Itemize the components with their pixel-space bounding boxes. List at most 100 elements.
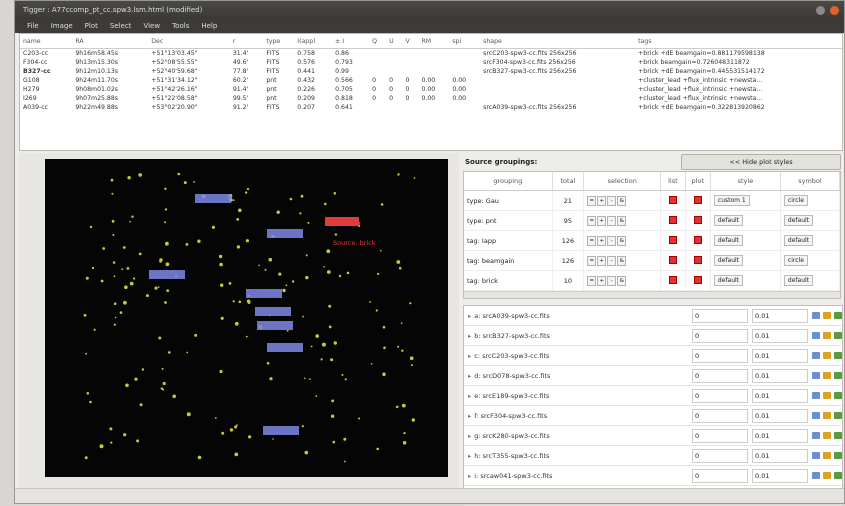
- style-combo[interactable]: default: [713, 215, 744, 226]
- layer-max-field[interactable]: 0.01: [752, 408, 808, 423]
- source-marker[interactable]: [410, 364, 413, 367]
- source-col-header[interactable]: type: [263, 34, 295, 49]
- layer-max-field[interactable]: 0.01: [752, 328, 808, 343]
- table-row[interactable]: H279 9h08m01.02s +51°42'26.16" 91.4' pnt 0.22…: [20, 85, 842, 94]
- colormap-icon[interactable]: [812, 332, 820, 339]
- symbol-combo[interactable]: circle: [783, 255, 808, 266]
- source-label-box[interactable]: [246, 289, 282, 298]
- menu-plot[interactable]: Plot: [85, 22, 98, 30]
- source-marker[interactable]: [338, 274, 342, 278]
- colormap-icon[interactable]: [812, 392, 820, 399]
- lock-icon[interactable]: [823, 412, 831, 419]
- plot-toggle[interactable]: [693, 255, 702, 264]
- selection-add-button[interactable]: +: [597, 235, 607, 246]
- source-col-header[interactable]: r: [229, 34, 264, 49]
- source-marker[interactable]: [401, 349, 404, 352]
- source-col-header[interactable]: V: [402, 34, 419, 49]
- source-marker[interactable]: [397, 345, 400, 348]
- source-marker[interactable]: [165, 241, 169, 246]
- source-marker[interactable]: [219, 369, 223, 374]
- source-marker[interactable]: [83, 313, 87, 317]
- groupings-scrollbar[interactable]: [464, 291, 840, 298]
- source-marker[interactable]: [234, 321, 239, 326]
- plot-toggle[interactable]: [693, 215, 702, 224]
- source-marker[interactable]: [305, 275, 309, 280]
- source-marker[interactable]: [341, 374, 344, 376]
- raise-icon[interactable]: [834, 432, 842, 439]
- source-marker[interactable]: [370, 363, 373, 365]
- layer-max-field[interactable]: 0.01: [752, 448, 808, 463]
- layer-max-field[interactable]: 0.01: [752, 308, 808, 323]
- selection-add-button[interactable]: +: [597, 275, 607, 286]
- selection-remove-button[interactable]: -: [607, 215, 617, 226]
- source-marker[interactable]: [197, 239, 201, 243]
- list-toggle[interactable]: [668, 235, 677, 244]
- source-marker[interactable]: [186, 351, 189, 354]
- source-marker[interactable]: [413, 177, 416, 179]
- layer-row[interactable]: ▸ d: srcD078-spw3-cc.fits 0 0.01: [464, 366, 842, 386]
- source-marker[interactable]: [403, 432, 406, 435]
- source-col-header[interactable]: RA: [72, 34, 149, 49]
- selection-and-button[interactable]: &: [617, 275, 627, 286]
- source-marker[interactable]: [89, 400, 92, 404]
- visibility-icon[interactable]: ▸: [468, 452, 471, 460]
- source-label-box[interactable]: [263, 426, 299, 435]
- source-marker[interactable]: [369, 301, 371, 303]
- close-button[interactable]: [830, 5, 839, 15]
- source-marker[interactable]: [328, 325, 332, 329]
- source-marker[interactable]: [266, 361, 270, 365]
- layer-row[interactable]: ▸ g: srcK280-spw3-cc.fits 0 0.01: [464, 426, 842, 446]
- plot-toggle[interactable]: [693, 235, 702, 244]
- source-marker[interactable]: [154, 286, 158, 290]
- source-marker[interactable]: [234, 452, 239, 457]
- source-marker[interactable]: [229, 428, 234, 432]
- source-marker[interactable]: [125, 383, 129, 388]
- layer-max-field[interactable]: 0.01: [752, 388, 808, 403]
- selection-set-button[interactable]: =: [587, 215, 597, 226]
- menu-view[interactable]: View: [143, 22, 160, 30]
- source-marker[interactable]: [112, 234, 115, 236]
- source-marker[interactable]: [333, 341, 337, 345]
- layer-min-field[interactable]: 0: [692, 388, 748, 403]
- colormap-icon[interactable]: [812, 472, 820, 479]
- selection-and-button[interactable]: &: [617, 195, 627, 206]
- source-marker[interactable]: [305, 254, 308, 257]
- selection-remove-button[interactable]: -: [607, 195, 617, 206]
- source-marker[interactable]: [310, 345, 313, 348]
- selection-and-button[interactable]: &: [617, 215, 627, 226]
- source-marker[interactable]: [343, 460, 346, 463]
- source-marker[interactable]: [228, 282, 232, 285]
- source-marker[interactable]: [122, 246, 126, 249]
- layer-row[interactable]: ▸ a: srcA039-spw3-cc.fits 0 0.01: [464, 306, 842, 326]
- layer-row[interactable]: ▸ b: srcB327-spw3-cc.fits 0 0.01: [464, 326, 842, 346]
- layer-max-field[interactable]: 0.01: [752, 428, 808, 443]
- menu-tools[interactable]: Tools: [172, 22, 189, 30]
- source-marker[interactable]: [100, 279, 104, 283]
- grouping-row[interactable]: tag: Iapp 126 = + - & default default: [464, 230, 841, 251]
- layer-row[interactable]: ▸ e: srcE189-spw3-cc.fits 0 0.01: [464, 386, 842, 406]
- source-marker[interactable]: [93, 328, 96, 331]
- colormap-icon[interactable]: [812, 452, 820, 459]
- layer-min-field[interactable]: 0: [692, 448, 748, 463]
- colormap-icon[interactable]: [812, 412, 820, 419]
- lock-icon[interactable]: [823, 452, 831, 459]
- source-label-box[interactable]: [267, 343, 303, 352]
- source-marker[interactable]: [334, 233, 338, 236]
- source-marker[interactable]: [164, 301, 167, 304]
- plot-toggle[interactable]: [693, 195, 702, 204]
- lock-icon[interactable]: [823, 472, 831, 479]
- source-marker[interactable]: [236, 218, 240, 221]
- source-marker[interactable]: [158, 336, 162, 340]
- table-row[interactable]: A039-cc 9h22m49.88s +53°02'20.90" 91.2' FITS…: [20, 103, 842, 112]
- lock-icon[interactable]: [823, 332, 831, 339]
- source-col-header[interactable]: Dec: [148, 34, 230, 49]
- source-marker[interactable]: [133, 277, 136, 280]
- source-marker[interactable]: [85, 276, 89, 280]
- symbol-combo[interactable]: default: [783, 235, 814, 246]
- source-marker[interactable]: [264, 268, 267, 271]
- source-marker[interactable]: [85, 352, 88, 355]
- source-marker[interactable]: [411, 418, 415, 422]
- source-col-header[interactable]: ± I: [332, 34, 370, 49]
- source-col-header[interactable]: U: [386, 34, 403, 49]
- source-marker[interactable]: [326, 270, 331, 274]
